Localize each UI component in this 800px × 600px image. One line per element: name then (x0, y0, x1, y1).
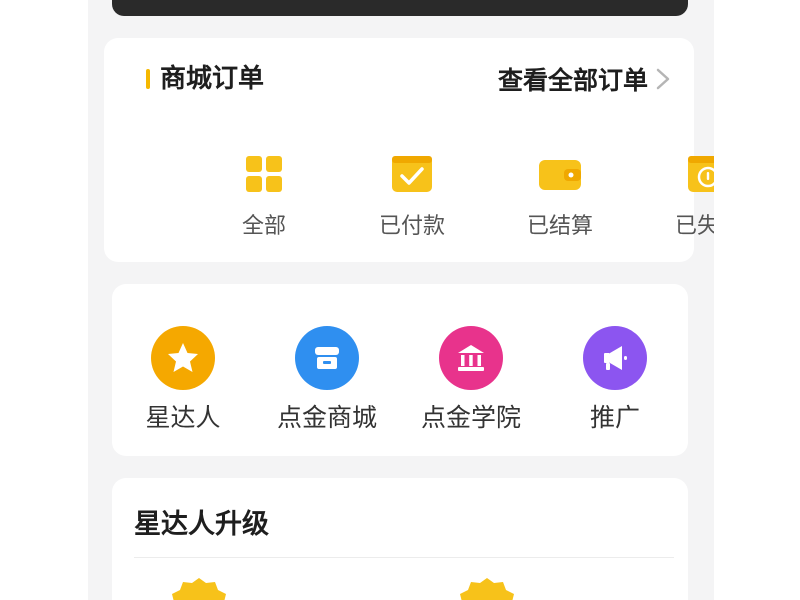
tool-icon-circle (151, 326, 215, 390)
tool-icon-circle (439, 326, 503, 390)
order-status-label: 全部 (241, 214, 286, 239)
section-accent-bar (146, 69, 150, 89)
top-dark-banner (112, 0, 688, 16)
tool-label: 点金学院 (420, 403, 521, 432)
tool-label: 点金商城 (276, 403, 377, 432)
tool-icon-circle (583, 326, 647, 390)
wallet-icon (539, 160, 581, 190)
upgrade-title: 星达人升级 (134, 509, 269, 540)
orders-title: 商城订单 (160, 64, 265, 94)
orders-header: 商城订单 查看全部订单 (104, 62, 694, 96)
tool-icon-circle (295, 326, 359, 390)
order-status-expired[interactable]: 已失效 (638, 152, 714, 240)
level-badge-icon (172, 578, 226, 600)
tool-gold-academy[interactable]: 点金学院 (399, 326, 543, 434)
bank-icon (458, 345, 484, 371)
star-icon (168, 343, 198, 372)
view-all-orders-link[interactable]: 查看全部订单 (498, 62, 670, 96)
tool-promotion[interactable]: 推广 (543, 326, 687, 434)
paid-check-icon (392, 156, 432, 192)
upgrade-card: 星达人升级 (112, 478, 688, 600)
order-status-label: 已结算 (526, 214, 593, 239)
phone-screen: 商城订单 查看全部订单 全部 已付款 已结算 已失 星达人 点金商城 点金学院 … (88, 0, 714, 600)
store-icon (315, 347, 339, 369)
order-status-settled[interactable]: 已结算 (490, 152, 630, 240)
chevron-right-icon (656, 68, 670, 90)
level-badge-icon (460, 578, 514, 600)
grid-icon (246, 156, 282, 192)
view-all-orders-label: 查看全部订单 (497, 66, 648, 95)
tool-gold-mall[interactable]: 点金商城 (255, 326, 399, 434)
order-status-label: 已失效 (674, 214, 714, 239)
megaphone-icon (604, 346, 627, 370)
tool-label: 推广 (589, 403, 640, 432)
order-status-label: 已付款 (378, 214, 445, 239)
tool-star-expert[interactable]: 星达人 (111, 326, 255, 434)
tools-card: 星达人 点金商城 点金学院 推广 (112, 284, 688, 456)
order-status-all[interactable]: 全部 (194, 152, 334, 240)
tool-label: 星达人 (145, 403, 221, 432)
upgrade-divider (134, 557, 674, 558)
order-status-paid[interactable]: 已付款 (342, 152, 482, 240)
orders-card: 商城订单 查看全部订单 全部 已付款 已结算 已失 (104, 38, 714, 262)
expired-info-icon (688, 156, 714, 192)
